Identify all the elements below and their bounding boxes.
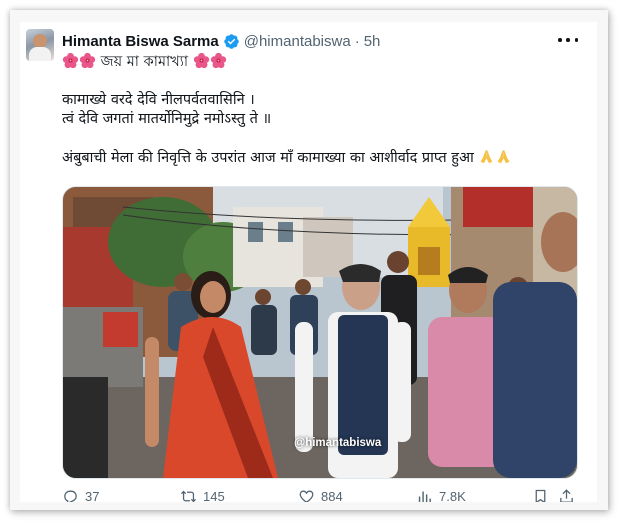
heart-icon bbox=[299, 490, 314, 502]
hibiscus-emoji-icon bbox=[193, 52, 209, 69]
repost-count: 145 bbox=[203, 489, 225, 502]
reply-count: 37 bbox=[85, 489, 100, 502]
avatar[interactable] bbox=[26, 29, 54, 61]
analytics-icon bbox=[418, 491, 431, 502]
photo-scene bbox=[63, 187, 577, 478]
hibiscus-emoji-icon bbox=[79, 52, 96, 69]
separator-dot: · bbox=[354, 32, 360, 50]
photo-watermark: @himantabiswa bbox=[294, 437, 382, 449]
tweet-line-3: त्वं देवि जगतां मातर्योनिमुद्रे नमोऽस्तु… bbox=[62, 111, 272, 127]
tweet-line-4-text: अंबुबाची मेला की निवृत्ति के उपरांत आज म… bbox=[62, 150, 474, 166]
tweet-line-4: अंबुबाची मेला की निवृत्ति के उपरांत आज म… bbox=[62, 148, 582, 168]
views-count: 7.8K bbox=[439, 489, 466, 502]
like-button[interactable]: 884 bbox=[298, 488, 343, 502]
share-button[interactable] bbox=[558, 488, 581, 502]
repost-button[interactable]: 145 bbox=[180, 488, 225, 502]
verified-badge-icon bbox=[223, 33, 239, 49]
bookmark-icon bbox=[535, 489, 546, 502]
reply-icon bbox=[64, 490, 77, 502]
action-bar: 37 145 884 7.8K bbox=[62, 488, 576, 502]
author-name[interactable]: Himanta Biswa Sarma bbox=[62, 33, 219, 50]
share-icon bbox=[560, 489, 573, 502]
more-options-icon[interactable] bbox=[558, 32, 578, 48]
greeting-text: জয় মা কামাখ্যা bbox=[100, 54, 189, 70]
reply-button[interactable]: 37 bbox=[62, 488, 99, 502]
author-handle[interactable]: @himantabiswa bbox=[244, 33, 351, 50]
bookmark-button[interactable] bbox=[532, 488, 555, 502]
tweet-photo[interactable]: @himantabiswa bbox=[62, 186, 578, 479]
hibiscus-emoji-icon bbox=[210, 52, 226, 69]
tweet-text: জয় মা কামাখ্যা कामाख्ये वरदे देवि नीलपर… bbox=[62, 52, 582, 168]
tweet-line-1: জয় মা কামাখ্যা bbox=[62, 52, 582, 72]
views-button[interactable]: 7.8K bbox=[416, 488, 466, 502]
hibiscus-emoji-icon bbox=[62, 52, 79, 69]
timestamp[interactable]: 5h bbox=[364, 33, 381, 50]
folded-hands-emoji-icon bbox=[480, 149, 493, 164]
tweet-card: Himanta Biswa Sarma @himantabiswa · 5h জ… bbox=[20, 22, 597, 502]
repost-icon bbox=[180, 490, 197, 502]
tweet-header: Himanta Biswa Sarma @himantabiswa · 5h bbox=[62, 31, 380, 51]
like-count: 884 bbox=[321, 489, 343, 502]
folded-hands-emoji-icon bbox=[497, 149, 510, 164]
tweet-line-2: कामाख्ये वरदे देवि नीलपर्वतवासिनि । bbox=[62, 92, 255, 108]
